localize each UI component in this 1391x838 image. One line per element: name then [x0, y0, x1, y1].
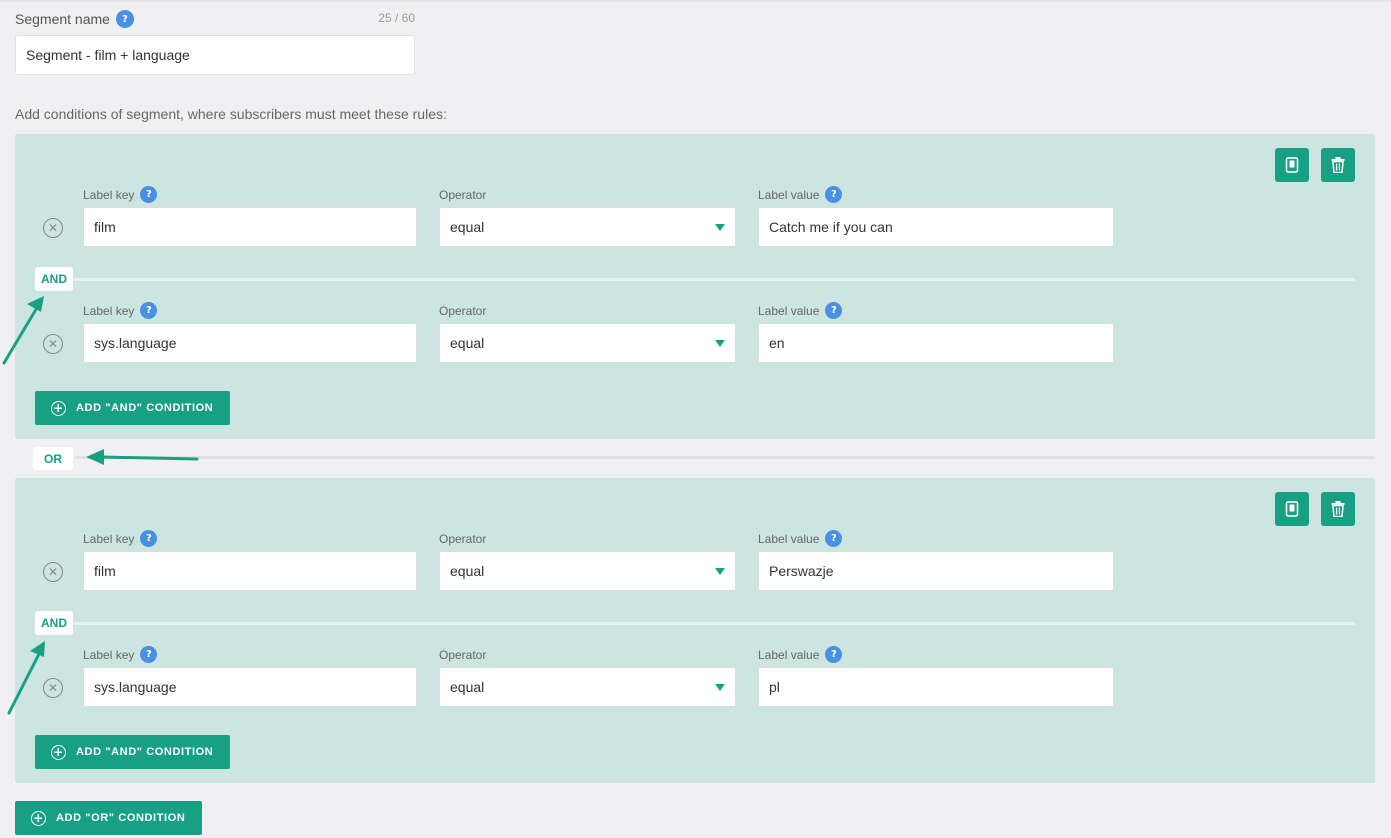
annotation-arrows — [2, 296, 199, 715]
annotation-arrow-and-1 — [2, 304, 40, 365]
annotation-arrowhead-or — [86, 449, 104, 465]
annotation-arrow-and-2 — [7, 650, 42, 715]
annotation-arrow-or — [98, 455, 199, 461]
